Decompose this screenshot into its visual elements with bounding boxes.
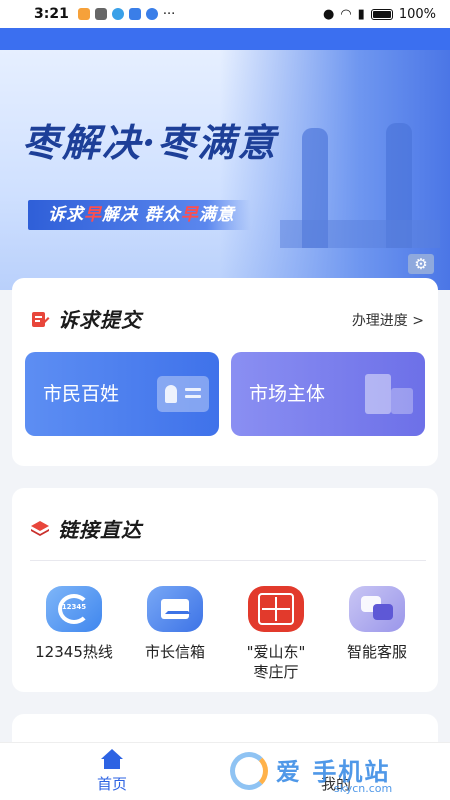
market-tile-label: 市场主体: [249, 383, 326, 405]
battery-percent: 100%: [398, 6, 436, 22]
ai-shandong-link[interactable]: "爱山东" 枣庄厅: [224, 586, 328, 682]
slogan-text: 解决 群众: [102, 205, 181, 225]
notification-icon: [77, 8, 90, 20]
links-section-title: 链接直达: [58, 518, 142, 542]
layers-icon: [31, 520, 49, 536]
citizen-submit-tile[interactable]: 市民百姓: [25, 352, 219, 436]
section-divider: [30, 560, 426, 561]
notification-icon: [128, 8, 141, 20]
settings-button[interactable]: ⚙: [408, 254, 434, 274]
hotline-link[interactable]: 12345 12345热线: [22, 586, 126, 662]
gear-icon: ⚙: [414, 255, 428, 273]
slogan-text: 诉求: [48, 205, 84, 225]
hotline-icon-text: 12345: [61, 603, 87, 611]
mail-icon: [147, 586, 203, 632]
citizen-tile-label: 市民百姓: [43, 383, 120, 405]
hotline-label: 12345热线: [35, 643, 113, 661]
slogan-highlight: 早: [180, 205, 199, 225]
battery-icon: [370, 8, 393, 20]
cloud-icon: [145, 8, 158, 20]
nav-home[interactable]: 首页: [72, 749, 152, 794]
mailbox-label: 市长信箱: [144, 643, 205, 661]
alert-icon: ▮: [357, 6, 365, 22]
smart-service-label: 智能客服: [346, 643, 407, 661]
status-bar: 3:21 ··· ● ◠ ▮ 100%: [0, 0, 450, 28]
ai-shandong-label-line2: 枣庄厅: [253, 663, 299, 681]
smart-service-link[interactable]: 智能客服: [325, 586, 429, 662]
wifi-icon: ◠: [340, 6, 352, 22]
site-watermark: 爱 手机站 skycn.com: [226, 748, 450, 800]
more-notifications: ···: [162, 6, 176, 22]
location-icon: ●: [322, 6, 335, 22]
header-strip: [0, 28, 450, 50]
watermark-url: skycn.com: [334, 782, 393, 795]
id-card-icon: [157, 376, 209, 412]
links-section-header: 链接直达: [30, 514, 142, 543]
slogan-highlight: 早: [84, 205, 102, 225]
ai-shandong-label: "爱山东" 枣庄厅: [224, 642, 328, 682]
status-right: ● ◠ ▮ 100%: [323, 7, 436, 22]
submit-card: 诉求提交 办理进度 > 市民百姓 市场主体: [12, 278, 438, 466]
home-icon: [101, 749, 123, 769]
notification-icon: [111, 8, 124, 20]
hotline-icon: 12345: [46, 586, 102, 632]
nav-home-label: 首页: [96, 775, 127, 793]
shandong-seal-icon: [248, 586, 304, 632]
slogan-text: 满意: [198, 205, 235, 225]
market-entity-tile[interactable]: 市场主体: [231, 352, 425, 436]
mayor-mailbox-link[interactable]: 市长信箱: [123, 586, 227, 662]
banner-title: 枣解决·枣满意: [22, 120, 278, 165]
notification-icon: [94, 8, 107, 20]
chat-service-icon: [349, 586, 405, 632]
building-icon: [365, 374, 413, 414]
watermark-logo-icon: [230, 752, 268, 790]
banner-slogan: 诉求早解决 群众早满意: [28, 200, 251, 230]
submit-section-title: 诉求提交: [58, 308, 142, 332]
edit-icon: [32, 311, 50, 327]
links-card: 链接直达 12345 12345热线 市长信箱 "爱山东" 枣庄厅 智能客服: [12, 488, 438, 692]
building-base: [280, 220, 440, 248]
hero-banner[interactable]: 枣解决·枣满意 诉求早解决 群众早满意: [0, 50, 450, 290]
submit-section-header: 诉求提交: [30, 304, 142, 333]
ai-shandong-label-line1: "爱山东": [246, 643, 306, 661]
status-time: 3:21: [34, 6, 69, 22]
progress-link[interactable]: 办理进度 >: [352, 310, 424, 330]
status-left: 3:21 ···: [34, 6, 175, 22]
